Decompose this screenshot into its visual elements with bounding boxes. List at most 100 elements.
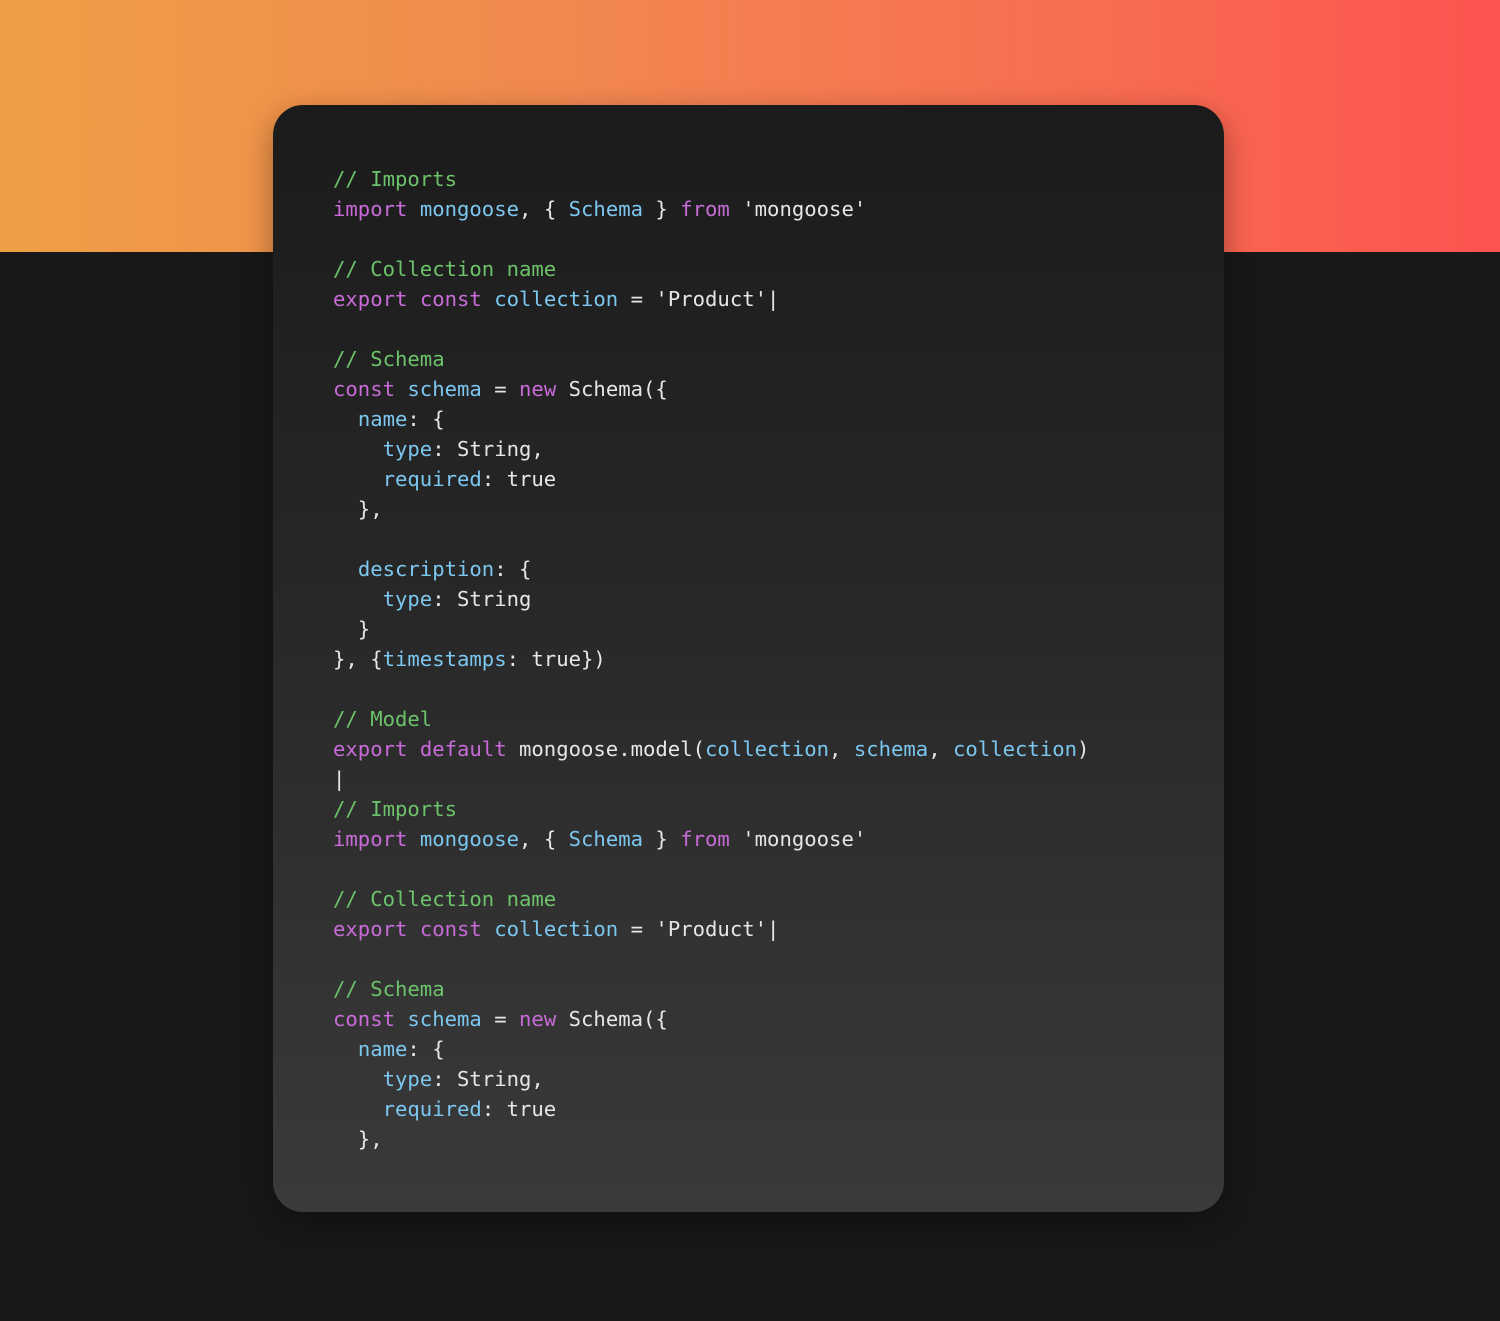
- code-identifier: Schema: [568, 827, 644, 851]
- code-text: : {: [494, 557, 532, 581]
- code-line: name: {: [333, 1034, 1089, 1064]
- code-string: 'mongoose': [742, 827, 867, 851]
- code-keyword: const: [333, 377, 395, 401]
- code-comment: // Model: [333, 707, 433, 731]
- code-line: // Collection name: [333, 254, 1089, 284]
- code-comment: // Collection name: [333, 257, 557, 281]
- code-keyword: from: [680, 827, 730, 851]
- code-line: // Schema: [333, 974, 1089, 1004]
- code-line: export const collection = 'Product'|: [333, 284, 1089, 314]
- code-line: // Imports: [333, 164, 1089, 194]
- code-text: : String: [432, 587, 532, 611]
- code-text: =: [618, 287, 656, 311]
- code-text: |: [767, 917, 780, 941]
- code-card: // Imports import mongoose, { Schema } fr…: [273, 105, 1224, 1212]
- code-text: }: [643, 827, 681, 851]
- code-line: },: [333, 494, 1089, 524]
- code-keyword: import: [333, 197, 408, 221]
- code-keyword: default: [419, 737, 507, 761]
- code-identifier: name: [357, 1037, 408, 1061]
- code-string: 'Product': [655, 287, 768, 311]
- code-identifier: schema: [853, 737, 929, 761]
- code-text: =: [481, 1007, 520, 1031]
- code-text: mongoose.model(: [506, 737, 705, 761]
- code-keyword: const: [419, 917, 482, 941]
- code-text: : true: [481, 1097, 557, 1121]
- code-comment: // Schema: [333, 347, 445, 371]
- code-text: =: [481, 377, 520, 401]
- code-line: type: String,: [333, 1064, 1089, 1094]
- code-text: : true}): [506, 647, 606, 671]
- code-identifier: collection: [705, 737, 829, 761]
- code-text: : true: [481, 467, 557, 491]
- code-text: ): [1077, 737, 1090, 761]
- code-identifier: collection: [494, 917, 619, 941]
- code-comment: // Imports: [333, 797, 457, 821]
- code-text: ,: [928, 737, 954, 761]
- code-keyword: export: [333, 737, 408, 761]
- code-identifier: timestamps: [382, 647, 507, 671]
- code-text: : {: [407, 407, 445, 431]
- code-keyword: from: [680, 197, 730, 221]
- code-identifier: collection: [953, 737, 1078, 761]
- code-text: |: [767, 287, 780, 311]
- code-comment: // Schema: [333, 977, 445, 1001]
- code-identifier: mongoose: [419, 197, 520, 221]
- code-line: },: [333, 1124, 1089, 1154]
- code-identifier: description: [357, 557, 495, 581]
- code-identifier: Schema: [568, 197, 644, 221]
- code-text: : String,: [432, 437, 544, 461]
- code-text: =: [618, 917, 656, 941]
- code-comment: // Collection name: [333, 887, 557, 911]
- code-identifier: type: [382, 437, 433, 461]
- code-keyword: export: [333, 917, 408, 941]
- code-keyword: new: [519, 1007, 557, 1031]
- code-text: Schema({: [556, 1007, 668, 1031]
- code-line: required: true: [333, 464, 1089, 494]
- code-line: const schema = new Schema({: [333, 374, 1089, 404]
- code-identifier: required: [382, 467, 482, 491]
- code-text: , {: [519, 827, 569, 851]
- code-text: : {: [407, 1037, 445, 1061]
- code-text: }: [643, 197, 681, 221]
- code-line: export const collection = 'Product'|: [333, 914, 1089, 944]
- code-keyword: const: [419, 287, 482, 311]
- code-identifier: mongoose: [419, 827, 520, 851]
- code-identifier: collection: [494, 287, 619, 311]
- code-comment: // Imports: [333, 167, 457, 191]
- code-text: },: [333, 497, 383, 521]
- code-text: |: [333, 767, 346, 791]
- code-line: type: String,: [333, 434, 1089, 464]
- code-line: // Schema: [333, 344, 1089, 374]
- code-block[interactable]: // Imports import mongoose, { Schema } fr…: [333, 164, 1089, 1154]
- code-line: import mongoose, { Schema } from 'mongoo…: [333, 194, 1089, 224]
- code-line: // Collection name: [333, 884, 1089, 914]
- code-line: name: {: [333, 404, 1089, 434]
- code-line: |: [333, 764, 1089, 794]
- code-line: description: {: [333, 554, 1089, 584]
- code-text: Schema({: [556, 377, 668, 401]
- code-keyword: export: [333, 287, 408, 311]
- code-text: }, {: [333, 647, 383, 671]
- code-identifier: required: [382, 1097, 482, 1121]
